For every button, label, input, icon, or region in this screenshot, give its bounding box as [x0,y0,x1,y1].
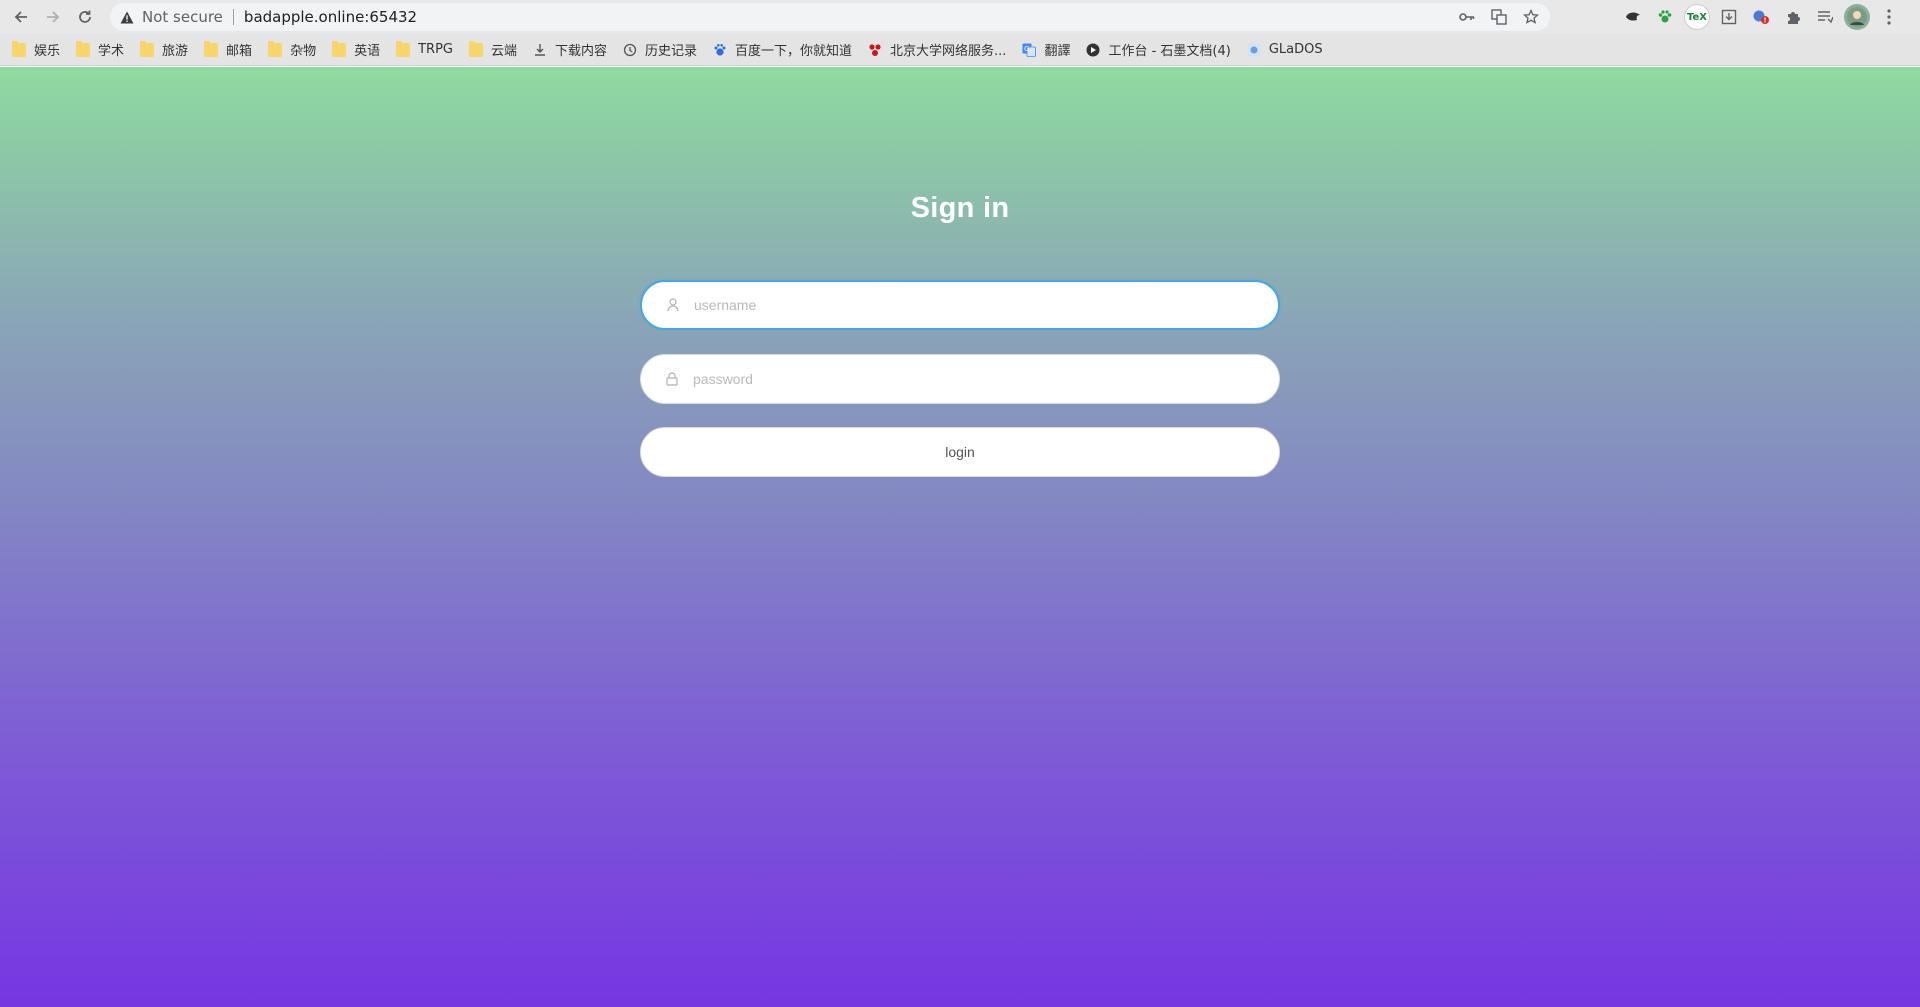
omnibox-actions [1456,6,1542,28]
bookmark-label: 杂物 [290,44,317,59]
extension-alert-icon[interactable] [1748,4,1774,30]
back-arrow-icon [14,11,27,23]
bookmark-label: 云端 [490,44,517,59]
bookmark-folder[interactable]: 英语 [332,38,380,62]
download-toolbar-icon[interactable] [1716,4,1742,30]
bookmark-history[interactable]: 历史记录 [623,38,697,62]
translate-icon: G [1022,43,1037,57]
bookmark-translate[interactable]: G 翻譯 [1022,38,1070,62]
bookmark-label: 英语 [354,44,381,59]
shimo-icon [1086,43,1100,57]
login-button[interactable]: login [640,427,1280,477]
bookmark-downloads[interactable]: 下载内容 [533,38,607,62]
bookmark-folder[interactable]: 学术 [76,38,124,62]
extensions-puzzle-icon[interactable] [1780,4,1806,30]
pku-icon [868,43,882,57]
bookmark-label: 学术 [98,44,125,59]
folder-icon [204,40,219,57]
forward-button[interactable] [40,4,66,30]
password-field[interactable] [640,354,1280,404]
folder-icon [76,40,91,57]
translate-page-icon[interactable] [1488,6,1510,28]
user-icon [666,297,680,313]
bookmark-folder[interactable]: TRPG [396,38,453,62]
omnibox-divider [232,9,234,25]
folder-icon [140,40,155,57]
svg-text:G: G [1024,45,1029,53]
password-input[interactable] [693,371,1253,387]
browser-menu-icon[interactable] [1876,4,1902,30]
bookmark-folder[interactable]: 娱乐 [12,38,60,62]
browser-toolbar: Not secure badapple.online:65432 TeX [0,0,1920,34]
bookmark-label: 旅游 [162,44,189,59]
back-button[interactable] [8,4,34,30]
bookmark-label: 翻譯 [1044,44,1071,59]
bookmark-label: TRPG [418,42,453,57]
bookmark-folder[interactable]: 邮箱 [204,38,252,62]
extension-tex-icon[interactable]: TeX [1684,4,1710,30]
folder-icon [12,40,26,57]
bookmark-label: 娱乐 [34,44,61,59]
page-title: Sign in [910,192,1010,224]
folder-icon [332,40,347,57]
bookmark-baidu[interactable]: 百度一下，你就知道 [713,38,852,62]
reload-button[interactable] [72,4,98,30]
bookmark-folder[interactable]: 云端 [468,38,517,62]
bookmark-label: 邮箱 [226,44,253,59]
bookmark-label: 百度一下，你就知道 [735,44,853,59]
bookmark-pku[interactable]: 北京大学网络服务... [868,38,1006,62]
bookmark-label: 工作台 - 石墨文档(4) [1108,44,1231,59]
reload-icon [79,10,91,23]
download-icon [533,43,547,57]
login-page: Sign in login [0,67,1920,1007]
folder-icon [468,40,483,57]
history-icon [623,43,637,57]
bookmark-folder[interactable]: 杂物 [268,38,316,62]
bookmarks-bar: 娱乐 学术 旅游 邮箱 杂物 英语 TRPG 云端 下载内容 历史记录 百度一下… [0,34,1920,66]
security-label[interactable]: Not secure [142,8,223,26]
bookmark-glados[interactable]: GLaDOS [1247,38,1323,62]
extension-dark-icon[interactable] [1620,4,1646,30]
extensions-area: TeX [1620,4,1902,30]
bookmark-label: 下载内容 [555,44,608,59]
bookmark-label: GLaDOS [1268,42,1323,57]
star-bookmark-icon[interactable] [1520,6,1542,28]
url-text[interactable]: badapple.online:65432 [244,8,417,26]
folder-icon [396,40,411,57]
username-input[interactable] [694,297,1254,313]
bookmark-label: 北京大学网络服务... [890,44,1007,59]
bookmark-shimo[interactable]: 工作台 - 石墨文档(4) [1086,38,1231,62]
baidu-icon [713,43,727,57]
address-bar[interactable]: Not secure badapple.online:65432 [110,3,1550,31]
reading-list-icon[interactable] [1812,4,1838,30]
profile-avatar-icon[interactable] [1844,4,1870,30]
bookmark-folder[interactable]: 旅游 [140,38,188,62]
glados-icon [1247,43,1261,57]
bookmark-label: 历史记录 [645,44,698,59]
username-field[interactable] [640,280,1280,330]
forward-arrow-icon [47,11,60,23]
key-icon[interactable] [1456,6,1478,28]
folder-icon [268,40,283,57]
extension-paw-icon[interactable] [1652,4,1678,30]
warning-triangle-icon[interactable] [118,8,136,26]
lock-icon [665,371,679,387]
